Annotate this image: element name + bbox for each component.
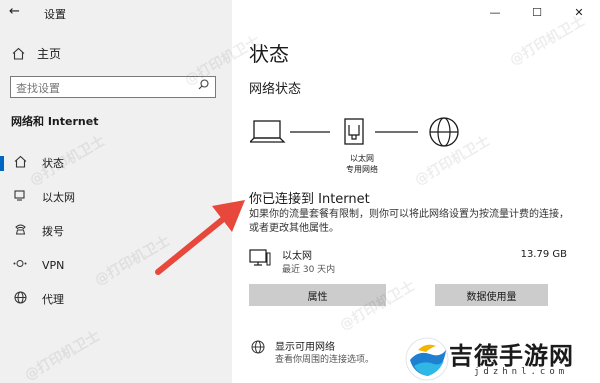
desktop-pc-icon (249, 249, 271, 266)
maximize-button[interactable]: ☐ (516, 0, 558, 24)
data-usage-button[interactable]: 数据使用量 (435, 284, 548, 306)
brand-wave-icon (405, 337, 449, 381)
search-input[interactable] (11, 78, 191, 99)
status-home-icon (12, 155, 28, 171)
network-status-heading: 网络状态 (249, 82, 302, 97)
ethernet-icon (12, 189, 28, 205)
diagram-label-private: 专用网络 (346, 165, 378, 174)
vpn-icon (12, 257, 28, 273)
sidebar-item-label: 拨号 (42, 225, 64, 238)
search-box[interactable] (10, 76, 216, 99)
sidebar-item-label: 状态 (42, 157, 64, 170)
window-controls: — ☐ ✕ (474, 0, 600, 24)
back-arrow-icon[interactable]: ← (9, 4, 20, 19)
ethernet-port-icon (344, 118, 364, 145)
show-networks-subtitle: 查看你周围的连接选项。 (275, 355, 375, 365)
brand-url: jdzhnl.com (474, 367, 569, 377)
page-title: 状态 (249, 42, 289, 66)
diagram-ethernet-label: 以太网 专用网络 (332, 153, 392, 175)
search-icon[interactable] (198, 79, 209, 93)
connection-data-size: 13.79 GB (520, 249, 567, 260)
connected-description: 如果你的流量套餐有限制，则你可以将此网络设置为按流量计费的连接，或者更改其他属性… (249, 209, 569, 234)
sidebar-item-vpn[interactable]: VPN (0, 248, 232, 282)
sidebar-item-ethernet[interactable]: 以太网 (0, 180, 232, 214)
phone-icon (12, 223, 28, 239)
sidebar-item-label: 代理 (42, 293, 64, 306)
globe-small-icon (251, 340, 265, 354)
show-networks-title: 显示可用网络 (275, 342, 335, 353)
internet-globe-icon (429, 117, 459, 147)
connection-name: 以太网 (282, 251, 312, 262)
brand-name: 吉德手游网 (449, 342, 574, 370)
minimize-button[interactable]: — (474, 0, 516, 24)
laptop-icon (250, 120, 286, 143)
sidebar-item-proxy[interactable]: 代理 (0, 282, 232, 316)
diagram-label-ethernet: 以太网 (350, 154, 374, 163)
sidebar-item-status[interactable]: 状态 (0, 146, 232, 180)
home-icon (12, 47, 25, 60)
sidebar-home[interactable]: 主页 (12, 45, 61, 62)
properties-button[interactable]: 属性 (249, 284, 386, 306)
globe-icon (12, 291, 28, 307)
sidebar-home-label: 主页 (37, 47, 62, 61)
sidebar-item-label: 以太网 (42, 191, 75, 204)
connection-row: 以太网 最近 30 天内 13.79 GB (249, 244, 567, 275)
sidebar-item-dialup[interactable]: 拨号 (0, 214, 232, 248)
window-title: 设置 (44, 8, 66, 21)
nav-list: 状态 以太网 拨号 VPN 代理 (0, 146, 232, 316)
section-title: 网络和 Internet (11, 115, 99, 128)
brand-logo: 吉德手游网 jdzhnl.com (402, 335, 600, 383)
main-panel: — ☐ ✕ 状态 网络状态 以太网 专用网络 你已连接到 Internet 如果… (232, 0, 600, 383)
sidebar: ← 设置 主页 网络和 Internet 状态 以太网 (0, 0, 232, 383)
close-button[interactable]: ✕ (558, 0, 600, 24)
sidebar-item-label: VPN (42, 258, 65, 272)
connected-heading: 你已连接到 Internet (249, 192, 370, 207)
connection-period: 最近 30 天内 (282, 265, 336, 275)
